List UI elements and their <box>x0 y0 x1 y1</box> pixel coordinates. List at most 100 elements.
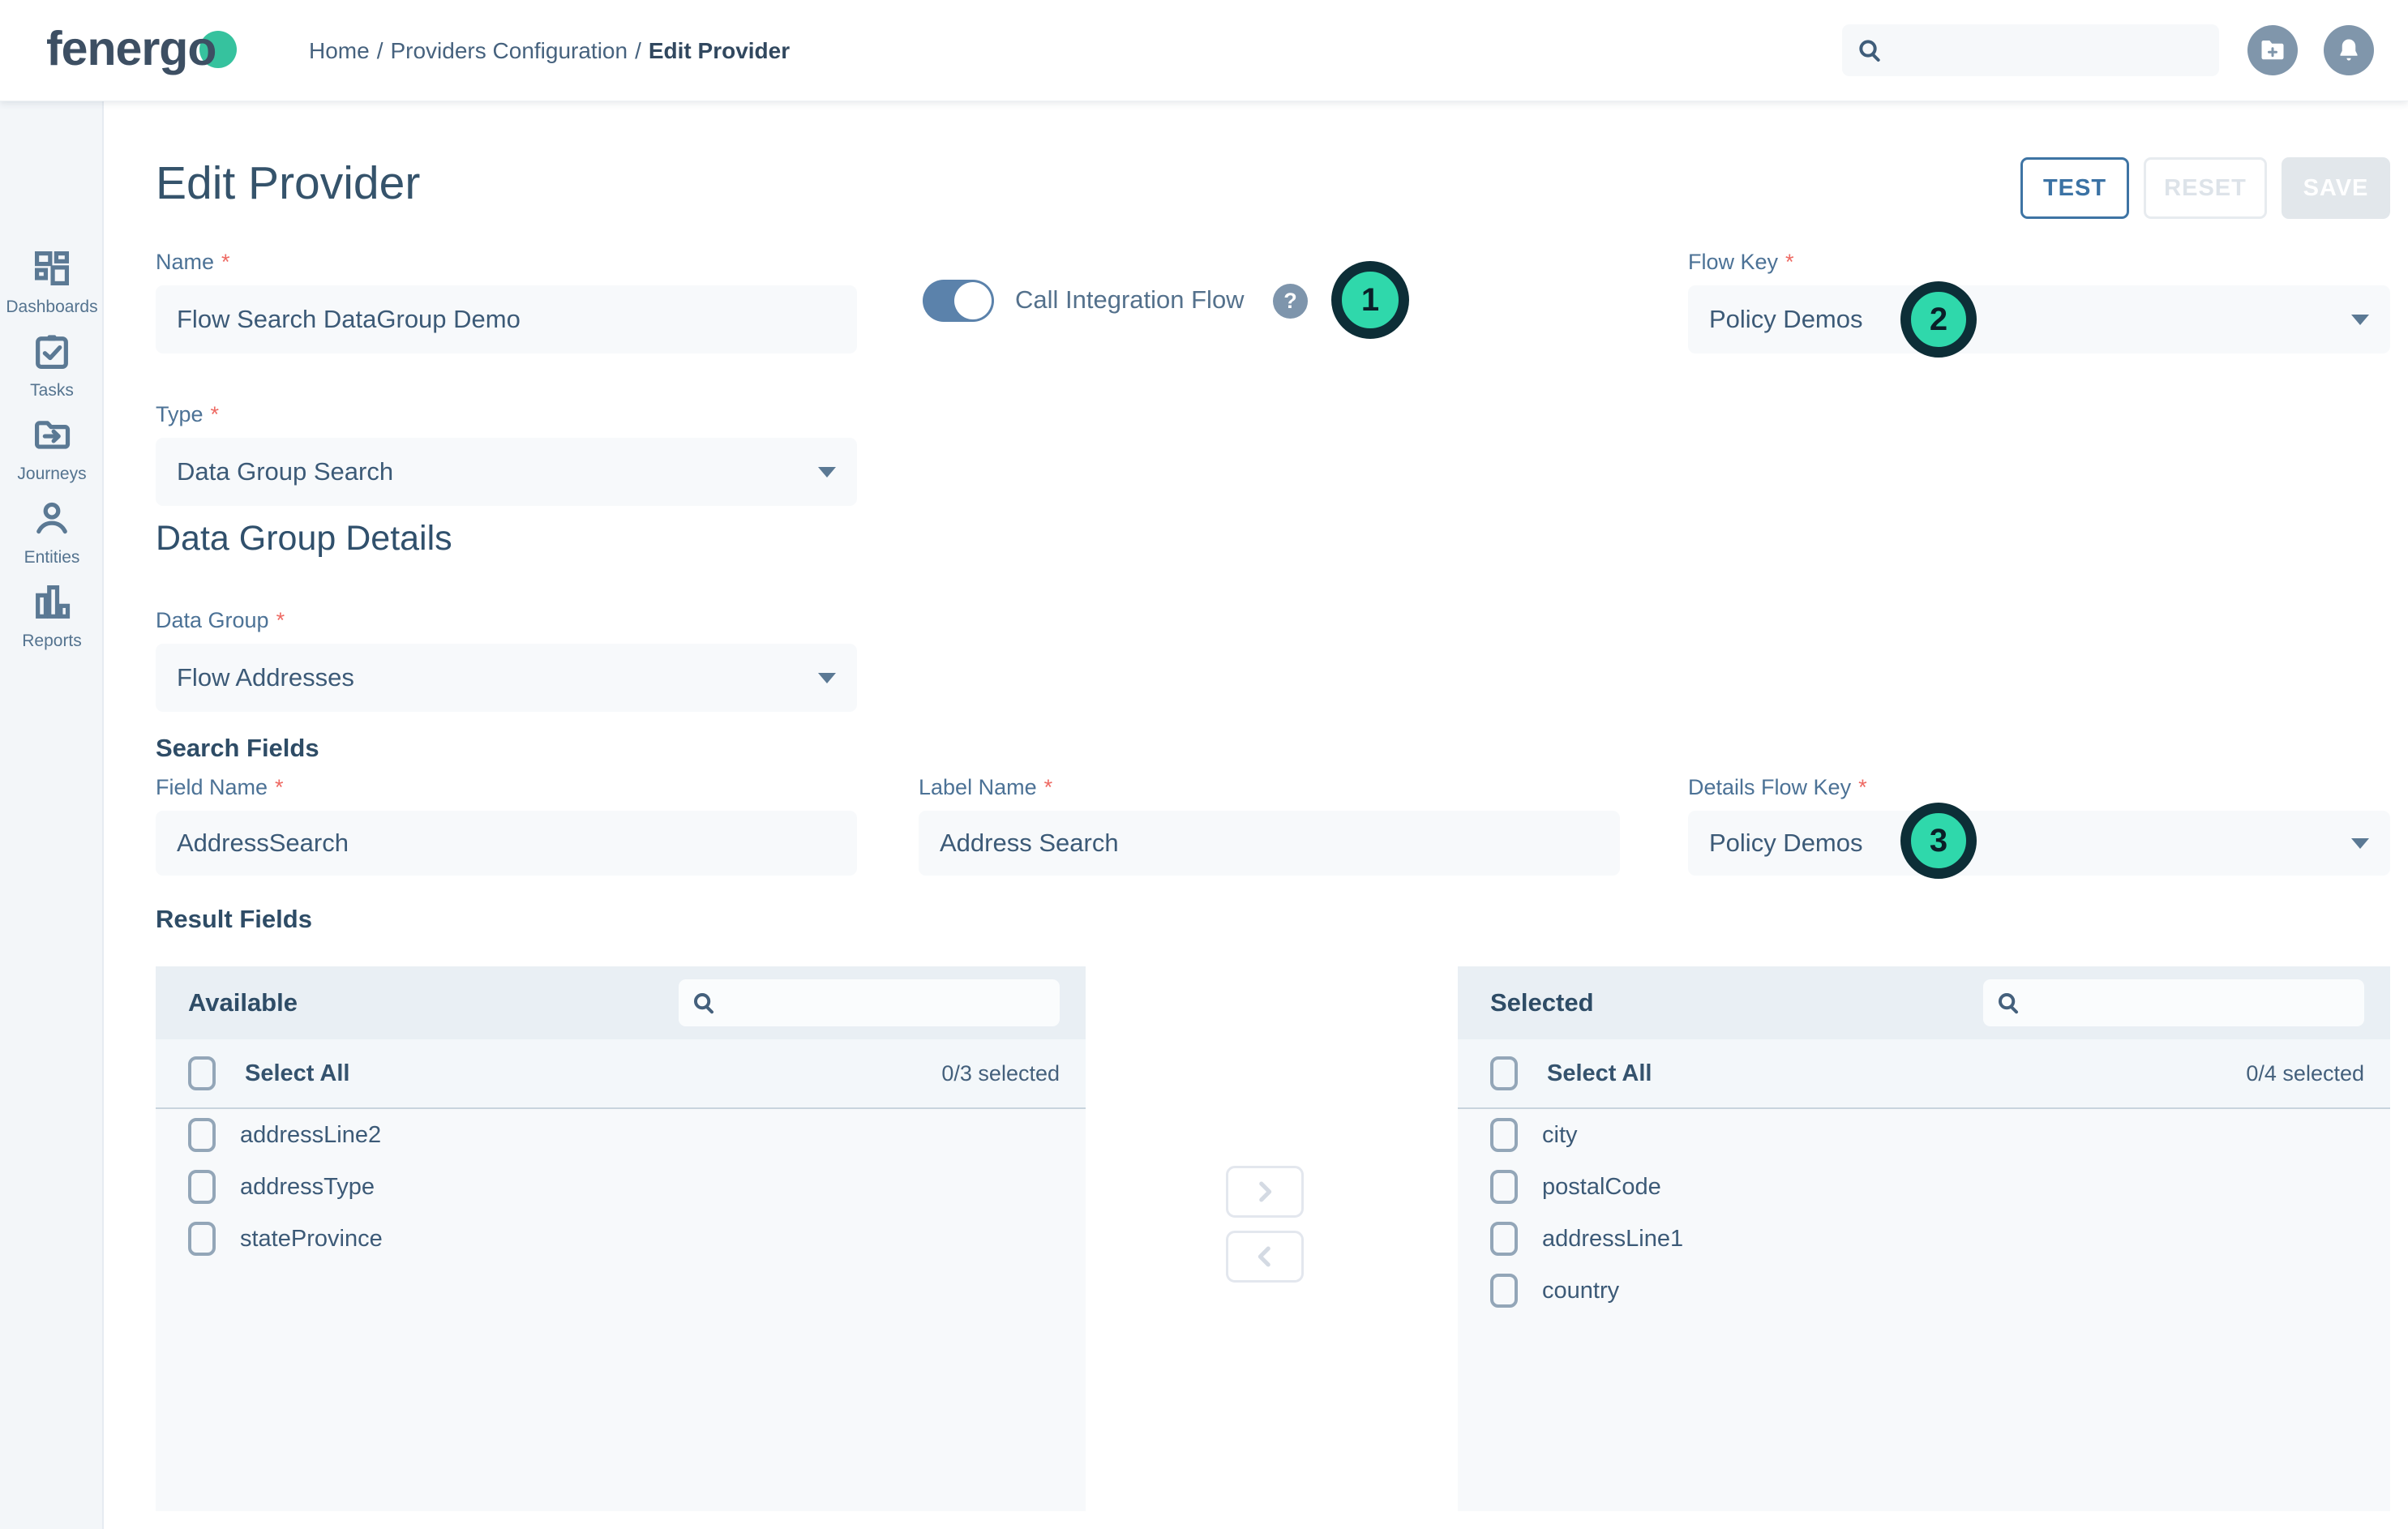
sidebar-item-entities[interactable]: Entities <box>0 498 104 567</box>
selected-list: city postalCode addressLine1 country <box>1458 1109 2390 1511</box>
fenergo-logo[interactable]: fenergo <box>46 21 216 76</box>
search-icon <box>692 991 716 1015</box>
breadcrumb-providers-configuration[interactable]: Providers Configuration <box>390 38 628 64</box>
item-checkbox[interactable] <box>1490 1222 1518 1256</box>
list-item[interactable]: addressType <box>156 1161 1086 1213</box>
notifications-button[interactable] <box>2324 25 2374 75</box>
global-search-input[interactable] <box>1894 37 2204 63</box>
search-icon <box>1996 991 2020 1015</box>
sidebar-item-label: Journeys <box>17 465 86 484</box>
details-flow-key-label: Details Flow Key* <box>1688 775 1867 800</box>
section-result-fields: Result Fields <box>156 905 312 934</box>
sidebar-item-dashboards[interactable]: Dashboards <box>0 247 104 317</box>
name-field <box>156 285 857 353</box>
toggle-knob <box>954 282 992 319</box>
list-item[interactable]: postalCode <box>1458 1161 2390 1213</box>
field-name-field <box>156 811 857 876</box>
bar-chart-icon <box>31 581 73 623</box>
logo-o-mark: o <box>187 21 216 76</box>
required-asterisk: * <box>1858 775 1867 799</box>
sidebar-nav: Dashboards Tasks Journeys Entities Repor… <box>0 101 104 1529</box>
clipboard-check-icon <box>31 331 73 373</box>
required-asterisk: * <box>221 250 230 274</box>
required-asterisk: * <box>211 402 220 426</box>
required-asterisk: * <box>275 775 284 799</box>
selected-search-input[interactable] <box>2030 991 2351 1016</box>
available-select-all-row: Select All 0/3 selected <box>156 1039 1086 1109</box>
type-label: Type* <box>156 402 219 427</box>
name-input[interactable] <box>177 305 836 334</box>
list-item[interactable]: stateProvince <box>156 1213 1086 1265</box>
available-panel: Available Select All 0/3 selected addres… <box>156 966 1086 1511</box>
list-item[interactable]: city <box>1458 1109 2390 1161</box>
available-search <box>679 979 1060 1026</box>
selected-count: 0/4 selected <box>2246 1061 2364 1086</box>
selected-panel-header: Selected <box>1458 966 2390 1039</box>
selected-select-all-checkbox[interactable] <box>1490 1056 1518 1090</box>
item-checkbox[interactable] <box>188 1170 216 1204</box>
field-name-label: Field Name* <box>156 775 284 800</box>
reset-button[interactable]: RESET <box>2144 157 2267 219</box>
item-label: country <box>1542 1278 1619 1304</box>
selected-title: Selected <box>1490 988 1594 1017</box>
chevron-down-icon <box>2351 315 2369 325</box>
item-checkbox[interactable] <box>1490 1118 1518 1152</box>
logo-text: fenerg <box>46 22 187 75</box>
search-icon <box>1857 37 1883 63</box>
available-title: Available <box>188 988 298 1017</box>
available-list: addressLine2 addressType stateProvince <box>156 1109 1086 1511</box>
item-checkbox[interactable] <box>1490 1274 1518 1308</box>
available-select-all-label: Select All <box>245 1060 349 1087</box>
selected-search <box>1983 979 2364 1026</box>
sidebar-item-tasks[interactable]: Tasks <box>0 331 104 400</box>
selected-select-all-label: Select All <box>1547 1060 1652 1087</box>
list-item[interactable]: addressLine2 <box>156 1109 1086 1161</box>
sidebar-item-reports[interactable]: Reports <box>0 581 104 651</box>
sidebar-item-journeys[interactable]: Journeys <box>0 414 104 484</box>
label-name-label: Label Name* <box>919 775 1052 800</box>
required-asterisk: * <box>276 608 285 632</box>
help-icon[interactable]: ? <box>1273 284 1308 319</box>
flow-key-select[interactable]: Policy Demos <box>1688 285 2390 353</box>
data-group-select[interactable]: Flow Addresses <box>156 644 857 712</box>
section-data-group-details: Data Group Details <box>156 519 452 559</box>
type-select[interactable]: Data Group Search <box>156 438 857 506</box>
flow-key-label: Flow Key* <box>1688 250 1794 275</box>
item-label: addressLine2 <box>240 1122 381 1149</box>
move-right-button[interactable] <box>1226 1166 1304 1218</box>
page-title: Edit Provider <box>156 156 420 210</box>
details-flow-key-value: Policy Demos <box>1709 829 1863 858</box>
breadcrumb-home[interactable]: Home <box>309 38 370 64</box>
item-label: postalCode <box>1542 1174 1661 1201</box>
selected-select-all-row: Select All 0/4 selected <box>1458 1039 2390 1109</box>
available-count: 0/3 selected <box>941 1061 1060 1086</box>
data-group-label: Data Group* <box>156 608 285 633</box>
item-label: city <box>1542 1122 1578 1149</box>
save-button[interactable]: SAVE <box>2282 157 2390 219</box>
label-name-input[interactable] <box>940 829 1599 858</box>
data-group-value: Flow Addresses <box>177 663 354 692</box>
required-asterisk: * <box>1044 775 1053 799</box>
list-item[interactable]: country <box>1458 1265 2390 1317</box>
item-checkbox[interactable] <box>1490 1170 1518 1204</box>
field-name-input[interactable] <box>177 829 836 858</box>
details-flow-key-select[interactable]: Policy Demos <box>1688 811 2390 876</box>
annotation-3: 3 <box>1900 803 1977 879</box>
item-checkbox[interactable] <box>188 1222 216 1256</box>
annotation-1: 1 <box>1331 261 1409 339</box>
add-provider-button[interactable] <box>2247 25 2298 75</box>
type-value: Data Group Search <box>177 457 393 486</box>
chevron-down-icon <box>2351 838 2369 849</box>
available-select-all-checkbox[interactable] <box>188 1056 216 1090</box>
move-left-button[interactable] <box>1226 1231 1304 1283</box>
folder-plus-icon <box>2258 36 2287 65</box>
item-checkbox[interactable] <box>188 1118 216 1152</box>
item-label: addressType <box>240 1174 375 1201</box>
bell-icon <box>2334 36 2363 65</box>
test-button[interactable]: TEST <box>2020 157 2129 219</box>
list-item[interactable]: addressLine1 <box>1458 1213 2390 1265</box>
sidebar-item-label: Dashboards <box>6 298 97 317</box>
flow-key-value: Policy Demos <box>1709 305 1863 334</box>
available-search-input[interactable] <box>726 991 1047 1016</box>
call-integration-flow-toggle[interactable] <box>923 280 994 322</box>
